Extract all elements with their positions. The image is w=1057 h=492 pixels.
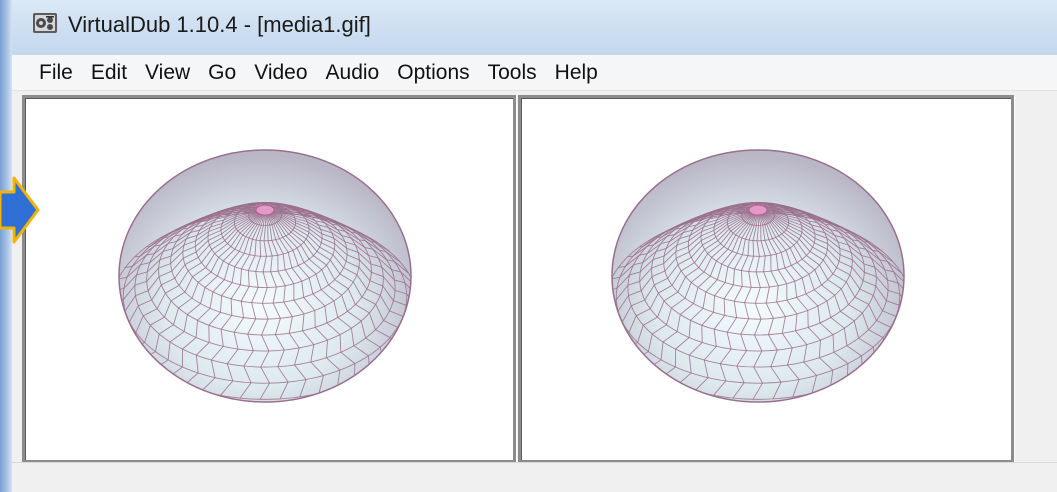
menu-help[interactable]: Help xyxy=(546,56,607,90)
menu-go[interactable]: Go xyxy=(199,56,245,90)
menu-edit[interactable]: Edit xyxy=(82,56,136,90)
input-video-pane[interactable] xyxy=(22,95,516,463)
menu-audio[interactable]: Audio xyxy=(317,56,389,90)
title-bar[interactable]: VirtualDub 1.10.4 - [media1.gif] xyxy=(12,0,1057,55)
menu-options[interactable]: Options xyxy=(388,56,478,90)
window-title: VirtualDub 1.10.4 - [media1.gif] xyxy=(68,12,371,37)
film-reel-icon[interactable] xyxy=(32,10,58,36)
menu-view[interactable]: View xyxy=(136,56,199,90)
hexagon-sphere-image xyxy=(118,149,412,403)
status-strip xyxy=(12,462,1057,492)
client-area xyxy=(12,91,1057,492)
output-video-pane[interactable] xyxy=(518,95,1014,463)
arrow-right-icon xyxy=(0,176,40,244)
menu-bar: File Edit View Go Video Audio Options To… xyxy=(12,55,1057,91)
menu-video[interactable]: Video xyxy=(245,56,316,90)
menu-file[interactable]: File xyxy=(30,56,82,90)
menu-tools[interactable]: Tools xyxy=(479,56,546,90)
hexagon-sphere-image xyxy=(611,149,905,403)
virtualdub-screen: VirtualDub 1.10.4 - [media1.gif] File Ed… xyxy=(0,0,1057,492)
